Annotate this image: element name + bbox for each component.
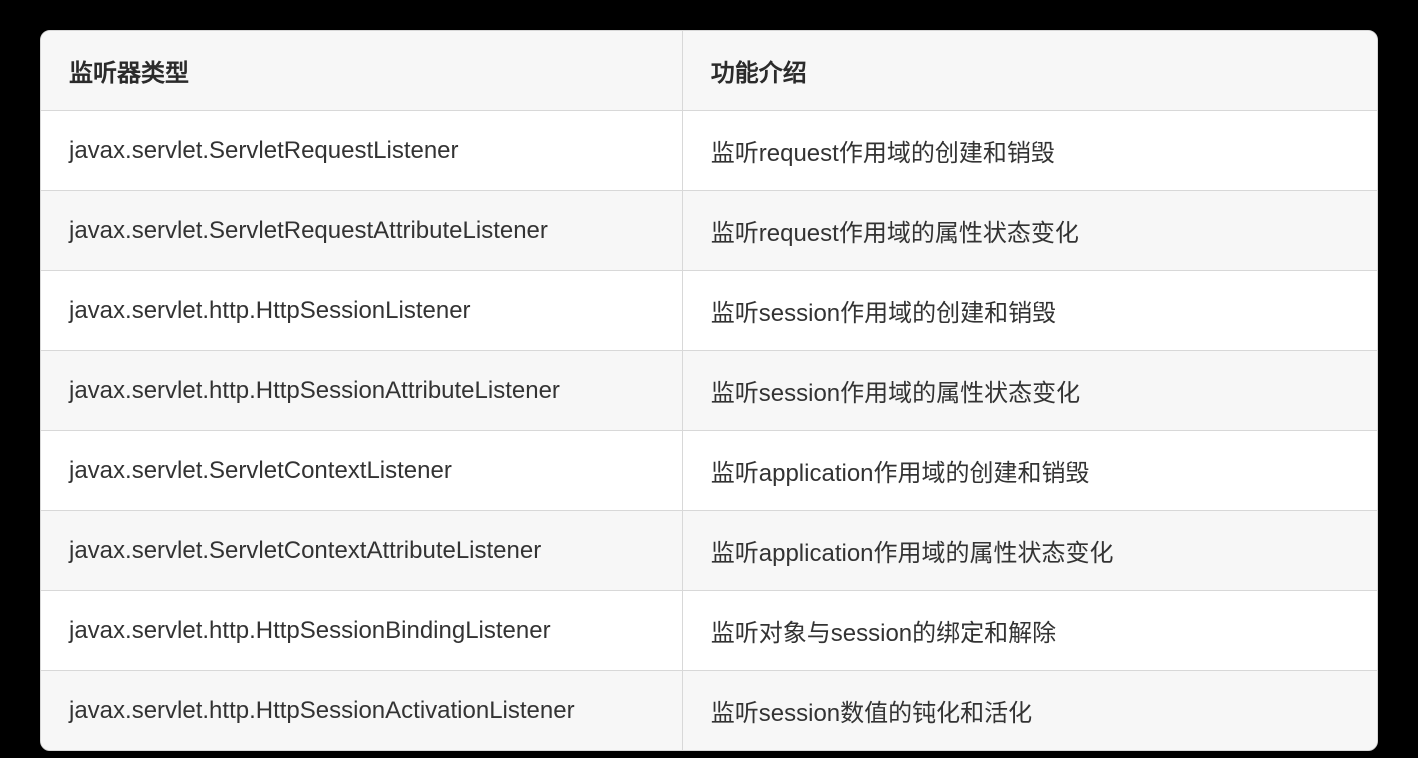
cell-listener-type: javax.servlet.http.HttpSessionActivation… [41,671,682,751]
header-listener-type: 监听器类型 [41,31,682,111]
cell-listener-type: javax.servlet.ServletContextAttributeLis… [41,511,682,591]
table-row: javax.servlet.ServletContextAttributeLis… [41,511,1377,591]
table-row: javax.servlet.http.HttpSessionAttributeL… [41,351,1377,431]
table-row: javax.servlet.ServletRequestListener 监听r… [41,111,1377,191]
table-row: javax.servlet.http.HttpSessionListener 监… [41,271,1377,351]
table-row: javax.servlet.http.HttpSessionActivation… [41,671,1377,751]
cell-listener-desc: 监听session作用域的创建和销毁 [682,271,1377,351]
listener-table-container: 监听器类型 功能介绍 javax.servlet.ServletRequestL… [40,30,1378,751]
cell-listener-desc: 监听application作用域的创建和销毁 [682,431,1377,511]
cell-listener-desc: 监听request作用域的创建和销毁 [682,111,1377,191]
table-row: javax.servlet.http.HttpSessionBindingLis… [41,591,1377,671]
cell-listener-desc: 监听session作用域的属性状态变化 [682,351,1377,431]
cell-listener-type: javax.servlet.http.HttpSessionBindingLis… [41,591,682,671]
cell-listener-desc: 监听对象与session的绑定和解除 [682,591,1377,671]
cell-listener-type: javax.servlet.ServletRequestAttributeLis… [41,191,682,271]
cell-listener-type: javax.servlet.http.HttpSessionListener [41,271,682,351]
cell-listener-type: javax.servlet.ServletContextListener [41,431,682,511]
cell-listener-type: javax.servlet.ServletRequestListener [41,111,682,191]
cell-listener-desc: 监听request作用域的属性状态变化 [682,191,1377,271]
cell-listener-desc: 监听session数值的钝化和活化 [682,671,1377,751]
cell-listener-desc: 监听application作用域的属性状态变化 [682,511,1377,591]
table-row: javax.servlet.ServletRequestAttributeLis… [41,191,1377,271]
listener-table: 监听器类型 功能介绍 javax.servlet.ServletRequestL… [41,31,1377,750]
cell-listener-type: javax.servlet.http.HttpSessionAttributeL… [41,351,682,431]
table-row: javax.servlet.ServletContextListener 监听a… [41,431,1377,511]
table-header-row: 监听器类型 功能介绍 [41,31,1377,111]
header-listener-desc: 功能介绍 [682,31,1377,111]
